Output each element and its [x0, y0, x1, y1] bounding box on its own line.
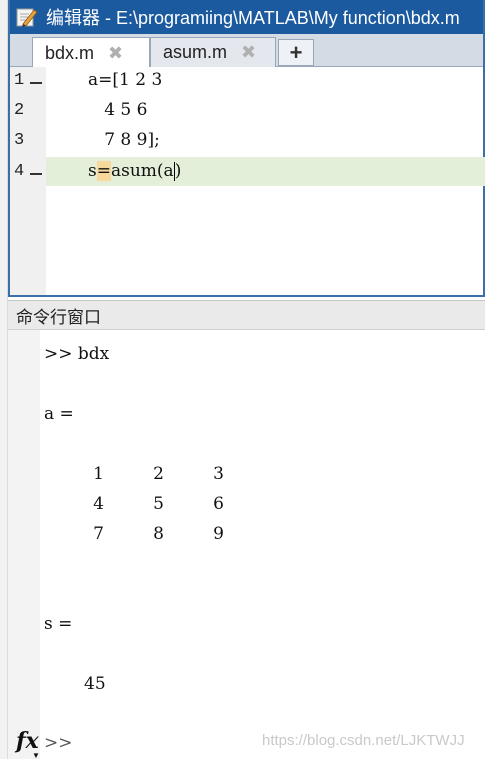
- matrix-cell: 9: [213, 524, 224, 544]
- matrix-cell: 8: [153, 524, 164, 544]
- output-s-value: 45: [84, 674, 106, 694]
- close-icon[interactable]: ✖: [108, 43, 123, 64]
- matrix-cell: 2: [153, 464, 164, 484]
- tab-bdx[interactable]: bdx.m ✖: [32, 37, 150, 68]
- tab-asum-label: asum.m: [163, 42, 228, 62]
- command-prompt[interactable]: >>: [44, 733, 73, 753]
- code-line-2: 4 5 6: [88, 100, 148, 120]
- matrix-cell: 1: [93, 464, 104, 484]
- breakpoint-dash[interactable]: [30, 82, 42, 84]
- line-number: 2: [14, 101, 25, 120]
- tab-asum[interactable]: asum.m ✖: [150, 37, 276, 67]
- line-number: 1: [14, 71, 25, 90]
- output-a-label: a =: [44, 404, 74, 424]
- editor-window: 编辑器 - E:\programiing\MATLAB\My function\…: [8, 0, 485, 297]
- code-line-1: a=[1 2 3: [88, 70, 163, 90]
- line-number: 4: [14, 162, 25, 181]
- code-token: ): [174, 161, 182, 181]
- breakpoint-dash[interactable]: [30, 173, 42, 175]
- code-area[interactable]: 1 2 3 4 a=[1 2 3 4 5 6 7 8 9]; s=asum(a): [10, 67, 485, 295]
- command-history-line: >> bdx: [44, 344, 110, 364]
- matrix-cell: 3: [213, 464, 224, 484]
- editor-title: 编辑器 - E:\programiing\MATLAB\My function\…: [46, 8, 460, 28]
- command-window-header[interactable]: 命令行窗口: [8, 300, 485, 330]
- code-line-4: s=asum(a): [88, 161, 181, 181]
- left-edge-strip: [0, 0, 8, 759]
- matrix-cell: 6: [213, 494, 224, 514]
- add-tab-button[interactable]: +: [278, 39, 314, 66]
- code-line-3: 7 8 9];: [88, 130, 160, 150]
- bracket-match-highlight: =: [96, 161, 111, 181]
- code-token: s: [88, 161, 97, 181]
- output-s-label: s =: [44, 614, 73, 634]
- line-number: 3: [14, 131, 25, 150]
- matrix-cell: 5: [153, 494, 164, 514]
- editor-pencil-icon: [16, 6, 38, 28]
- close-icon[interactable]: ✖: [241, 42, 256, 63]
- code-token: asum(a: [110, 161, 174, 181]
- editor-tabstrip: bdx.m ✖ asum.m ✖ +: [10, 34, 483, 68]
- matrix-cell: 7: [93, 524, 104, 544]
- editor-titlebar[interactable]: 编辑器 - E:\programiing\MATLAB\My function\…: [10, 0, 483, 34]
- command-window-gutter: [8, 330, 40, 759]
- watermark-text: https://blog.csdn.net/LJKTWJJ: [262, 732, 465, 749]
- tab-bdx-label: bdx.m: [45, 42, 95, 63]
- command-window[interactable]: >> bdx a = 1 2 3 4 5 6 7 8 9 s = 45 fx ▼…: [8, 330, 485, 759]
- matrix-cell: 4: [93, 494, 104, 514]
- chevron-down-icon[interactable]: ▼: [32, 751, 40, 759]
